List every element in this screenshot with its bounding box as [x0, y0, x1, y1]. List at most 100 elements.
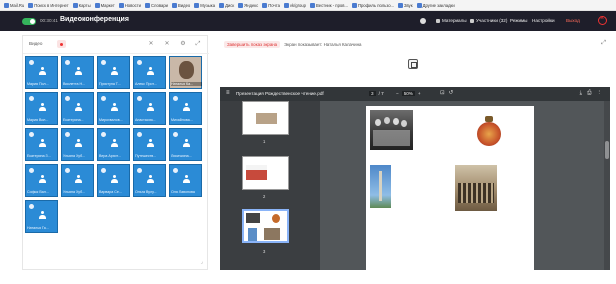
rotate-icon[interactable]: ↺ — [449, 90, 454, 96]
mic-off-icon — [137, 60, 142, 65]
zoom-level[interactable]: 50% — [401, 91, 415, 96]
scroll-thumb[interactable] — [605, 141, 609, 159]
participant-tile[interactable]: Мирохвалов... — [97, 92, 130, 125]
family-photo — [370, 110, 413, 150]
thumbnail-sidebar: 1 2 3 — [220, 101, 320, 270]
materials-button[interactable]: Материалы — [436, 18, 467, 23]
bookmark-item[interactable]: Диск — [219, 2, 236, 8]
participant-name: Вера Архит... — [99, 154, 121, 158]
menu-icon[interactable]: ≡ — [226, 90, 230, 96]
close-icon[interactable] — [598, 15, 607, 25]
bookmark-item[interactable]: Звук — [398, 2, 415, 8]
expand-icon[interactable]: ⤢ — [601, 40, 606, 47]
pdf-actions: ⤓ ⎙ ⋮ — [580, 90, 602, 97]
mic-off-icon[interactable]: ✕ — [147, 40, 155, 48]
participant-tile[interactable]: Екатерина... — [61, 92, 94, 125]
participant-tile[interactable]: Варвара Се... — [97, 164, 130, 197]
bookmark-item[interactable]: Вестник - пров... — [309, 2, 350, 8]
bookmark-item[interactable]: Почта — [262, 2, 282, 8]
fullscreen-icon[interactable]: ⤢ — [194, 40, 202, 48]
bookmark-item[interactable]: Видео — [172, 2, 192, 8]
mic-off-icon — [173, 96, 178, 101]
participant-name: Ульяна Хуб... — [63, 154, 86, 158]
participant-name: Варвара Се... — [99, 190, 122, 194]
mic-off-icon — [65, 60, 70, 65]
bookmark-item[interactable]: Карты — [72, 2, 93, 8]
participant-tile[interactable]: Вера Архит... — [97, 128, 130, 161]
pdf-scrollbar[interactable] — [604, 101, 610, 270]
user-icon — [147, 175, 154, 184]
participant-name: Мария Вол... — [27, 118, 49, 122]
bookmark-item[interactable]: vk/group — [283, 2, 308, 8]
participant-tile[interactable]: Екатерина З... — [25, 128, 58, 161]
resize-handle-icon[interactable]: ⌟ — [201, 259, 203, 265]
participants-icon — [470, 18, 474, 23]
user-icon — [75, 139, 82, 148]
zoom-out-icon[interactable]: − — [396, 91, 399, 96]
download-icon[interactable]: ⤓ — [580, 90, 582, 97]
bookmark-icon — [238, 2, 244, 8]
bookmark-item[interactable]: Яндекс — [238, 2, 260, 8]
page-number-input[interactable]: 3 — [369, 91, 376, 96]
participant-tile[interactable]: Анастасия... — [133, 92, 166, 125]
session-timer: 00:30:41 — [40, 18, 58, 23]
exit-button[interactable]: Выход — [566, 18, 580, 23]
participant-tile[interactable]: Алекс Прот... — [133, 56, 166, 89]
share-window-icon[interactable] — [408, 59, 418, 69]
camera-off-icon[interactable]: ✕ — [163, 40, 171, 48]
bookmark-item[interactable]: Словари — [144, 2, 170, 8]
participant-tile[interactable]: Ульяна Хуб... — [61, 164, 94, 197]
user-icon — [75, 67, 82, 76]
video-tab[interactable]: Видео — [29, 41, 42, 46]
participant-tile[interactable]: Наталья Га... — [25, 200, 58, 233]
record-button[interactable] — [57, 40, 66, 48]
mic-off-icon — [65, 168, 70, 173]
participant-tile[interactable]: Мария Пол... — [25, 56, 58, 89]
bookmark-icon — [416, 2, 422, 8]
bookmark-item[interactable]: Музыка — [194, 2, 217, 8]
participant-tile[interactable]: Виолетта Н... — [61, 56, 94, 89]
thumbnail-page-3[interactable] — [242, 209, 289, 243]
participant-tile[interactable]: Ольга Вулу... — [133, 164, 166, 197]
bookmark-icon — [72, 2, 78, 8]
participant-tile[interactable]: Путешеств... — [133, 128, 166, 161]
modes-button[interactable]: Режимы — [510, 18, 527, 23]
participant-name: Ольга Вулу... — [135, 190, 157, 194]
settings-button[interactable]: Настройки — [532, 18, 555, 23]
bookmark-icon — [219, 2, 225, 8]
participants-button[interactable]: Участники (32) — [470, 18, 507, 23]
stop-sharing-button[interactable]: Завершить показ экрана — [224, 41, 281, 48]
participant-tile[interactable]: Оля Лавонова — [169, 164, 202, 197]
thumbnail-page-2[interactable] — [242, 156, 289, 190]
participant-tile[interactable]: Наталья Ка... — [169, 56, 202, 89]
bookmark-item[interactable]: Профиль пользо... — [351, 2, 396, 8]
bookmark-icon — [351, 2, 357, 8]
participant-tile[interactable]: Ульяна Хуб... — [61, 128, 94, 161]
fit-page-icon[interactable]: ⊡ — [440, 90, 445, 96]
bookmark-item[interactable]: Новости — [118, 2, 143, 8]
more-icon[interactable]: ⋮ — [597, 90, 603, 97]
participant-tile[interactable]: Лисичкина... — [169, 128, 202, 161]
participant-name: Лисичкина... — [171, 154, 192, 158]
mic-off-icon — [101, 96, 106, 101]
zoom-in-icon[interactable]: + — [418, 91, 421, 96]
participant-name: Анастасия... — [135, 118, 156, 122]
participant-tile[interactable]: Приступа Т... — [97, 56, 130, 89]
status-dot-icon — [420, 18, 426, 24]
thumbnail-page-1[interactable] — [242, 101, 289, 135]
bookmark-item[interactable]: Mail.Ru — [4, 2, 26, 8]
bookmark-item[interactable]: Другие закладки — [416, 2, 457, 8]
print-icon[interactable]: ⎙ — [587, 90, 591, 97]
conference-toggle[interactable] — [22, 18, 36, 25]
bookmark-item[interactable]: Маркет — [94, 2, 117, 8]
user-icon — [75, 103, 82, 112]
share-bar: Завершить показ экрана Экран показывает:… — [224, 41, 362, 48]
user-icon — [183, 103, 190, 112]
gear-icon[interactable]: ⚙ — [179, 40, 187, 48]
participant-tile[interactable]: Софья Вал... — [25, 164, 58, 197]
pdf-tools: ⊡ ↺ — [440, 90, 453, 96]
participant-tile[interactable]: Михайлова... — [169, 92, 202, 125]
participant-tile[interactable]: Мария Вол... — [25, 92, 58, 125]
bookmark-label: Маркет — [100, 2, 115, 8]
bookmark-item[interactable]: Поиск в Интернет — [28, 2, 70, 8]
